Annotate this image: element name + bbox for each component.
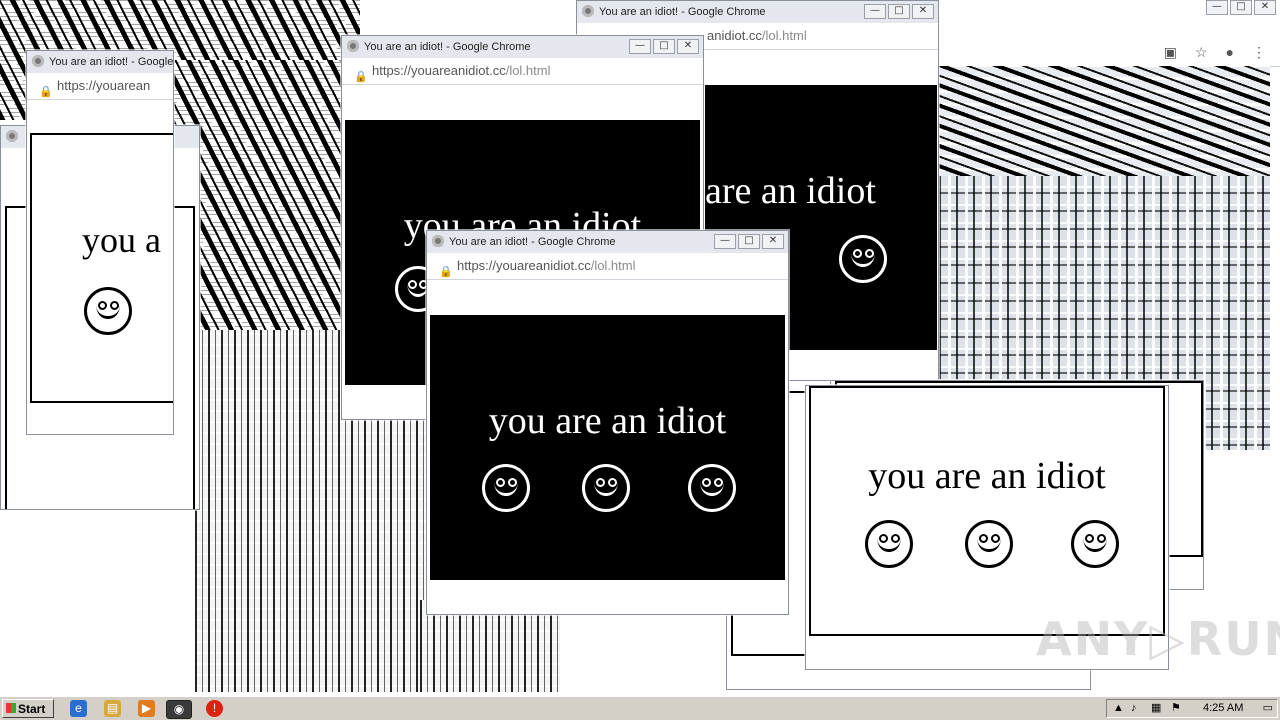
url-path: /lol.html	[590, 258, 636, 273]
url-path: /lol.html	[505, 63, 551, 78]
close-button[interactable]: ✕	[762, 234, 784, 249]
chrome-icon	[32, 55, 44, 67]
title-bar: You are an idiot! - Google Chrome — □ ✕	[427, 231, 788, 253]
smiley-icon	[582, 464, 630, 512]
chrome-icon	[347, 40, 359, 52]
maximize-button[interactable]: □	[888, 4, 910, 19]
lock-icon: 🔒	[354, 71, 368, 83]
taskbar: Start e ▤ ▶ ◉ ! ▲ ♪ ▦ ⚑ 4:25 AM ▭	[0, 696, 1280, 720]
minimize-button[interactable]: —	[714, 234, 736, 249]
window-buttons: — □ ✕	[864, 4, 934, 19]
url-text[interactable]: https://youarean	[57, 73, 150, 99]
star-icon[interactable]: ☆	[1195, 44, 1208, 61]
window-title: You are an idiot! - Google Chrome	[449, 236, 616, 248]
window-title: You are an idiot! - Google Chrome	[364, 41, 531, 53]
maximize-button[interactable]: □	[653, 39, 675, 54]
url-text[interactable]: https://youareanidiot.cc/lol.html	[372, 58, 551, 84]
url-text[interactable]: anidiot.cc/lol.html	[707, 23, 807, 49]
close-button[interactable]: ✕	[912, 4, 934, 19]
lock-icon: 🔒	[439, 266, 453, 278]
popup-window-4[interactable]: You are an idiot! - Google Chrome — □ ✕ …	[426, 230, 789, 615]
bg-window-buttons: — □ ✕	[1206, 0, 1276, 15]
url-host: anidiot.cc	[707, 28, 762, 43]
smiley-icon	[84, 287, 132, 335]
minimize-button[interactable]: —	[629, 39, 651, 54]
minimize-button[interactable]: —	[1206, 0, 1228, 15]
url-host: https://youareanidiot.cc	[372, 63, 506, 78]
smiley-icon	[965, 520, 1013, 568]
window-title: You are an idiot! - Google Chrome	[599, 6, 766, 18]
address-bar[interactable]: 🔒 https://youareanidiot.cc/lol.html	[427, 253, 788, 280]
smiley-icon	[688, 464, 736, 512]
ie-icon[interactable]: e	[70, 700, 87, 717]
bg-toolbar-icons: ▣ ☆ ● ⋮	[1164, 44, 1266, 61]
background-browser-window: — □ ✕ ▣ ☆ ● ⋮	[938, 0, 1280, 67]
title-bar: You are an idiot! - Google Chrome — □ ✕	[342, 36, 703, 58]
url-host: https://youareanidiot.cc	[457, 258, 591, 273]
chrome-icon	[432, 235, 444, 247]
glitch-area-right-top	[905, 66, 1270, 176]
popup-window-1[interactable]: You are an idiot! - Google Chrome 🔒 http…	[26, 50, 174, 435]
close-button[interactable]: ✕	[677, 39, 699, 54]
start-label: Start	[18, 702, 46, 716]
window-buttons: — □ ✕	[629, 39, 699, 54]
minimize-button[interactable]: —	[864, 4, 886, 19]
idiot-message: you are an idiot	[868, 455, 1106, 497]
window-title: You are an idiot! - Google Chrome	[49, 56, 173, 68]
page-content: you are an idiot	[430, 315, 785, 580]
title-bar: You are an idiot! - Google Chrome — □ ✕	[577, 1, 938, 23]
alert-icon[interactable]: !	[206, 700, 223, 717]
title-bar: You are an idiot! - Google Chrome	[27, 51, 173, 73]
explorer-icon[interactable]: ▤	[104, 700, 121, 717]
page-content: you a	[30, 133, 173, 403]
address-bar[interactable]: 🔒 https://youareanidiot.cc/lol.html	[342, 58, 703, 85]
idiot-message: are an idiot	[705, 170, 876, 212]
start-button[interactable]: Start	[2, 699, 54, 718]
smiley-icon	[482, 464, 530, 512]
clock[interactable]: 4:25 AM	[1203, 700, 1243, 717]
cast-icon[interactable]: ▣	[1164, 44, 1177, 61]
menu-icon[interactable]: ⋮	[1252, 44, 1266, 61]
maximize-button[interactable]: □	[738, 234, 760, 249]
watermark-logo: ANY▷RUN	[1036, 612, 1280, 666]
page-content: you are an idiot	[809, 386, 1165, 636]
network-icon[interactable]: ▦	[1151, 700, 1161, 717]
system-tray: ▲ ♪ ▦ ⚑ 4:25 AM ▭	[1106, 699, 1278, 718]
chrome-icon[interactable]: ◉	[166, 700, 192, 719]
show-desktop-button[interactable]: ▭	[1263, 700, 1273, 717]
smiley-icon	[865, 520, 913, 568]
chrome-icon	[6, 130, 18, 142]
idiot-message: you are an idiot	[488, 400, 727, 442]
media-player-icon[interactable]: ▶	[138, 700, 155, 717]
chrome-icon	[582, 5, 594, 17]
close-button[interactable]: ✕	[1254, 0, 1276, 15]
profile-icon[interactable]: ●	[1226, 44, 1234, 61]
volume-icon[interactable]: ♪	[1131, 700, 1137, 717]
address-bar[interactable]: 🔒 https://youarean	[27, 73, 173, 100]
url-path: /lol.html	[761, 28, 807, 43]
url-text[interactable]: https://youareanidiot.cc/lol.html	[457, 253, 636, 279]
lock-icon: 🔒	[39, 86, 53, 98]
show-hidden-icons[interactable]: ▲	[1113, 700, 1124, 717]
maximize-button[interactable]: □	[1230, 0, 1252, 15]
idiot-message: you a	[82, 220, 161, 260]
windows-logo-icon	[6, 703, 16, 713]
smiley-icon	[1071, 520, 1119, 568]
flag-icon[interactable]: ⚑	[1171, 700, 1181, 717]
window-buttons: — □ ✕	[714, 234, 784, 249]
smiley-icon	[839, 235, 887, 283]
